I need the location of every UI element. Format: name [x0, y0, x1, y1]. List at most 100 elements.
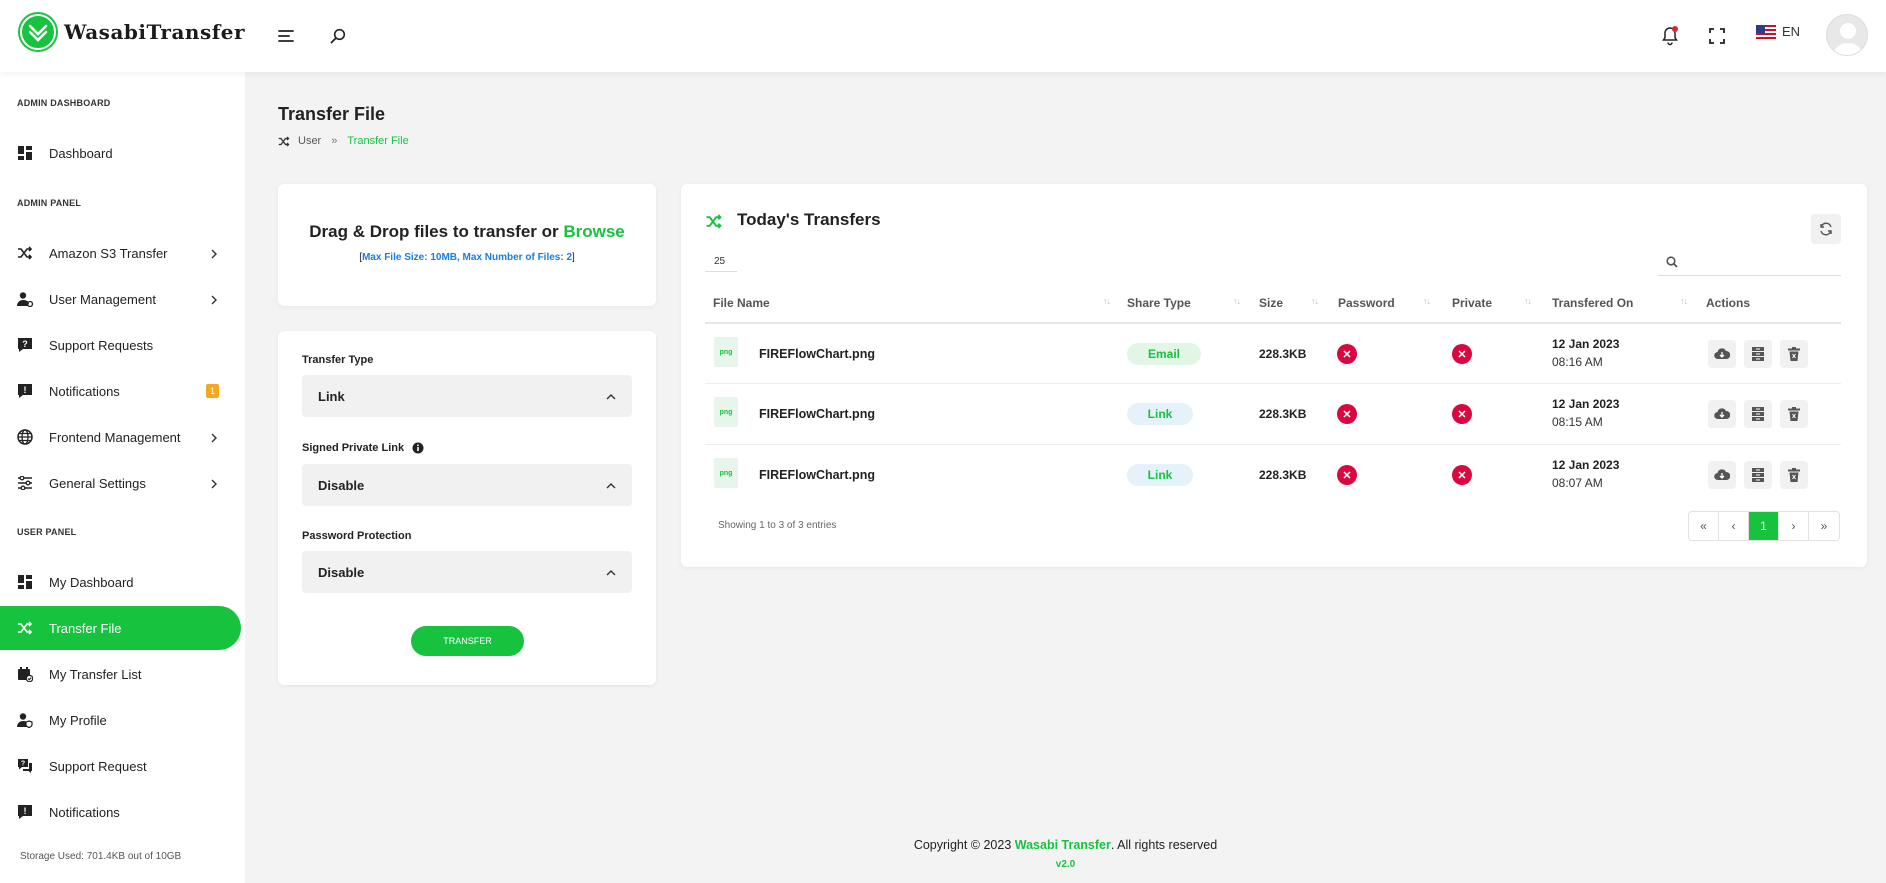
archive-icon[interactable] — [1744, 461, 1772, 489]
chevron-right-icon — [210, 247, 218, 262]
first-page-button[interactable]: « — [1689, 512, 1719, 540]
signed-private-link-select[interactable]: Disable — [302, 464, 632, 506]
logo[interactable]: WasabiTransfer — [18, 12, 245, 52]
alert-message-icon: ! — [17, 383, 33, 399]
table-row: png FIREFlowChart.png Email 228.3KB ✕ ✕ … — [705, 322, 1841, 383]
sort-icon[interactable]: ↑↓ — [1680, 296, 1688, 306]
sort-icon[interactable]: ↑↓ — [1103, 296, 1111, 306]
archive-icon[interactable] — [1744, 340, 1772, 368]
file-size: 228.3KB — [1259, 468, 1307, 482]
drop-zone[interactable]: Drag & Drop files to transfer or Browse … — [278, 184, 656, 306]
chevron-up-icon — [606, 389, 616, 404]
top-header: WasabiTransfer EN — [0, 0, 1886, 72]
sidebar-item-my-dashboard[interactable]: My Dashboard — [0, 560, 241, 604]
sidebar-item-label: Notifications — [49, 383, 120, 399]
notification-bell-icon[interactable] — [1656, 22, 1684, 50]
column-header-file-name[interactable]: File Name — [713, 296, 770, 310]
share-type-badge: Email — [1127, 343, 1201, 365]
svg-text:?: ? — [21, 761, 25, 768]
column-header-size[interactable]: Size — [1259, 296, 1283, 310]
download-icon[interactable] — [1708, 400, 1736, 428]
language-selector[interactable]: EN — [1756, 24, 1800, 39]
notification-count-badge: 1 — [206, 384, 219, 398]
svg-text:?: ? — [22, 339, 28, 349]
menu-toggle-icon[interactable] — [272, 22, 300, 50]
sidebar-item-amazon-s3-transfer[interactable]: Amazon S3 Transfer — [0, 231, 241, 275]
column-header-transfered-on[interactable]: Transfered On — [1552, 296, 1633, 310]
footer-brand-link[interactable]: Wasabi Transfer — [1015, 838, 1111, 852]
share-type-badge: Link — [1127, 403, 1193, 425]
sidebar-item-label: My Transfer List — [49, 666, 142, 682]
chevron-up-icon — [606, 565, 616, 580]
transfer-date: 12 Jan 2023 — [1552, 458, 1620, 472]
transfer-type-select[interactable]: Link — [302, 375, 632, 417]
refresh-icon[interactable] — [1811, 214, 1841, 244]
column-header-password[interactable]: Password — [1338, 296, 1395, 310]
todays-transfers-card: Today's Transfers 25 File Name ↑↓ Share … — [681, 184, 1867, 567]
signed-private-link-label: Signed Private Link — [302, 442, 424, 454]
dashboard-icon — [17, 574, 33, 590]
section-title-admin-panel: ADMIN PANEL — [17, 198, 82, 208]
bracket-close: ] — [572, 252, 575, 263]
download-icon[interactable] — [1708, 461, 1736, 489]
sort-icon[interactable]: ↑↓ — [1423, 296, 1431, 306]
sidebar-item-label: Notifications — [49, 804, 120, 820]
private-disabled-icon: ✕ — [1452, 344, 1472, 364]
sidebar-item-my-transfer-list[interactable]: My Transfer List — [0, 652, 241, 696]
page-button-current[interactable]: 1 — [1749, 512, 1779, 540]
last-page-button[interactable]: » — [1809, 512, 1839, 540]
password-disabled-icon: ✕ — [1337, 344, 1357, 364]
download-icon[interactable] — [1708, 340, 1736, 368]
password-disabled-icon: ✕ — [1337, 465, 1357, 485]
fullscreen-icon[interactable] — [1703, 22, 1731, 50]
sidebar-item-notifications-user[interactable]: ! Notifications — [0, 790, 241, 834]
password-disabled-icon: ✕ — [1337, 404, 1357, 424]
sort-icon[interactable]: ↑↓ — [1524, 296, 1532, 306]
next-page-button[interactable]: › — [1779, 512, 1809, 540]
archive-icon[interactable] — [1744, 400, 1772, 428]
user-avatar[interactable] — [1826, 14, 1868, 56]
footer-copyright: Copyright © 2023 Wasabi Transfer. All ri… — [245, 838, 1886, 852]
sidebar-item-general-settings[interactable]: General Settings — [0, 461, 241, 505]
share-type-badge: Link — [1127, 464, 1193, 486]
sidebar-item-label: My Dashboard — [49, 574, 134, 590]
browse-link[interactable]: Browse — [563, 222, 624, 241]
sidebar-item-notifications-admin[interactable]: ! Notifications 1 — [0, 369, 241, 413]
password-protection-value: Disable — [318, 564, 365, 580]
sidebar-item-user-management[interactable]: User Management — [0, 277, 241, 321]
shuffle-icon — [705, 214, 723, 229]
sidebar-item-support-request[interactable]: ? Support Request — [0, 744, 241, 788]
table-search-input[interactable] — [1658, 248, 1841, 276]
info-icon[interactable] — [412, 442, 424, 454]
transfer-button[interactable]: TRANSFER — [411, 626, 524, 656]
breadcrumb-parent[interactable]: User — [298, 135, 321, 147]
signed-private-link-text: Signed Private Link — [302, 442, 405, 454]
transfer-date: 12 Jan 2023 — [1552, 397, 1620, 411]
previous-page-button[interactable]: ‹ — [1719, 512, 1749, 540]
sidebar-item-transfer-file[interactable]: Transfer File — [0, 606, 241, 650]
page-length-select[interactable]: 25 — [705, 252, 737, 272]
svg-text:!: ! — [24, 385, 27, 395]
sidebar-item-frontend-management[interactable]: Frontend Management — [0, 415, 241, 459]
trash-icon[interactable] — [1780, 340, 1808, 368]
sidebar-item-label: My Profile — [49, 712, 107, 728]
sidebar-item-my-profile[interactable]: My Profile — [0, 698, 241, 742]
trash-icon[interactable] — [1780, 461, 1808, 489]
png-file-icon: png — [714, 458, 738, 488]
dashboard-icon — [17, 145, 33, 161]
sidebar-item-support-requests[interactable]: ? Support Requests — [0, 323, 241, 367]
column-header-private[interactable]: Private — [1452, 296, 1492, 310]
column-header-share-type[interactable]: Share Type — [1127, 296, 1191, 310]
sort-icon[interactable]: ↑↓ — [1233, 296, 1241, 306]
signed-private-link-value: Disable — [318, 477, 365, 493]
sidebar: ADMIN DASHBOARD Dashboard ADMIN PANEL Am… — [0, 72, 245, 883]
sort-icon[interactable]: ↑↓ — [1311, 296, 1319, 306]
sidebar-item-dashboard[interactable]: Dashboard — [0, 131, 241, 175]
trash-icon[interactable] — [1780, 400, 1808, 428]
table-row: png FIREFlowChart.png Link 228.3KB ✕ ✕ 1… — [705, 383, 1841, 444]
chevron-up-icon — [606, 478, 616, 493]
file-name: FIREFlowChart.png — [759, 407, 875, 421]
password-protection-select[interactable]: Disable — [302, 551, 632, 593]
sidebar-item-label: User Management — [49, 291, 156, 307]
search-icon[interactable] — [324, 22, 352, 50]
